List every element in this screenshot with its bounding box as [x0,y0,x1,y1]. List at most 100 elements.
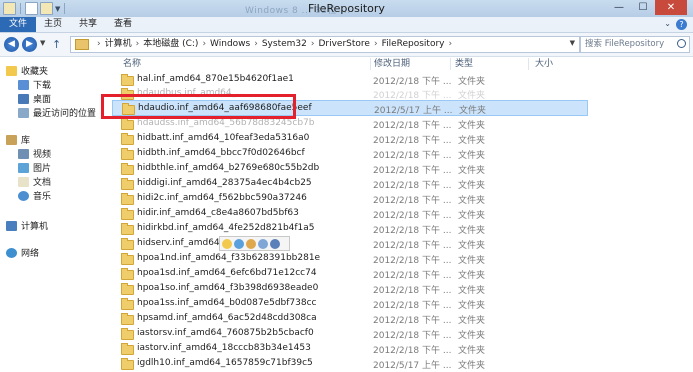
table-row[interactable]: hidbatt.inf_amd64_10feaf3eda5316a0 2012/2… [112,131,588,147]
file-date: 2012/2/18 下午 ... [373,271,452,281]
search-input[interactable]: 搜索 FileRepository [580,36,690,53]
address-history-chevron-down-icon[interactable]: ▼ [570,39,575,47]
column-header-type[interactable]: 类型 [455,57,473,71]
sidebar-item-label: 网络 [21,249,40,259]
sidebar-item-libraries[interactable]: 库 [6,133,30,146]
picture-icon [18,162,29,173]
globe-icon[interactable] [234,238,244,249]
column-divider[interactable] [528,58,529,70]
table-row[interactable]: hidbth.inf_amd64_bbcc7f0d02646bcf 2012/2/… [112,146,588,162]
sidebar-item-desktop[interactable]: 桌面 [18,92,51,105]
file-name: hpoa1nd.inf_amd64_f33b628391bb281e [137,253,321,263]
file-type: 文件夹 [458,256,486,266]
back-button[interactable]: ◀ [4,37,19,52]
folder-icon [121,313,134,325]
tab-view[interactable]: 查看 [106,17,140,32]
file-type: 文件夹 [458,181,486,191]
column-header-modified[interactable]: 修改日期 [374,57,410,71]
sidebar-item-pictures[interactable]: 图片 [18,161,51,174]
folder-icon [121,163,134,175]
breadcrumb-driverstore[interactable]: DriverStore [318,39,369,49]
breadcrumb-separator[interactable]: › [374,39,378,49]
breadcrumb-windows[interactable]: Windows [210,39,250,49]
file-name: hidi2c.inf_amd64_f562bbc590a37246 [137,193,307,203]
sidebar-item-recent[interactable]: 最近访问的位置 [18,106,96,119]
table-row[interactable]: hidirkbd.inf_amd64_4fe252d821b4f1a5 2012/… [112,221,588,237]
table-row[interactable]: hpsamd.inf_amd64_6ac52d48cdd308ca 2012/2/… [112,311,588,327]
table-row[interactable]: hpoa1sd.inf_amd64_6efc6bd71e12cc74 2012/2… [112,266,588,282]
sidebar-item-label: 计算机 [21,222,49,232]
breadcrumb-separator[interactable]: › [254,39,258,49]
file-date: 2012/2/18 下午 ... [373,121,452,131]
table-row[interactable]: iastorv.inf_amd64_18cccb83b34e1453 2012/2… [112,341,588,357]
folder-icon [121,193,134,205]
breadcrumb-local-disk[interactable]: 本地磁盘 (C:) [143,39,198,49]
file-type: 文件夹 [459,106,487,116]
folder-icon [121,178,134,190]
user-icon[interactable] [258,238,268,249]
maximize-icon[interactable]: ☐ [631,0,655,15]
video-icon [18,148,29,159]
navigation-pane: 收藏夹 下载 桌面 最近访问的位置 库 视频 图片 文档 音乐 计算机 网络 [0,57,107,371]
table-row[interactable]: hpoa1ss.inf_amd64_b0d087e5dbf738cc 2012/2… [112,296,588,312]
tab-file[interactable]: 文件 [0,17,37,32]
breadcrumb-system32[interactable]: System32 [262,39,307,49]
column-divider[interactable] [450,58,451,70]
breadcrumb-separator[interactable]: › [448,39,452,49]
help-icon[interactable]: ? [676,19,687,30]
network-icon [6,247,17,258]
forward-button[interactable]: ▶ [22,37,37,52]
breadcrumb-separator[interactable]: › [311,39,315,49]
breadcrumb-separator[interactable]: › [97,39,101,49]
breadcrumb-separator[interactable]: › [202,39,206,49]
sidebar-item-documents[interactable]: 文档 [18,175,51,188]
sidebar-item-network[interactable]: 网络 [6,246,39,259]
file-date: 2012/5/17 上午 ... [373,361,452,371]
sidebar-item-favorites[interactable]: 收藏夹 [6,64,48,77]
minimize-icon[interactable]: — [607,0,631,15]
search-icon[interactable] [677,39,686,48]
tools-icon[interactable] [246,238,256,249]
breadcrumb-separator[interactable]: › [136,39,140,49]
file-name: iastorv.inf_amd64_18cccb83b34e1453 [137,343,311,353]
column-header-size[interactable]: 大小 [535,57,553,71]
sidebar-item-downloads[interactable]: 下载 [18,78,51,91]
column-header-name[interactable]: 名称 [123,57,141,71]
recent-locations-chevron-down-icon[interactable]: ▼ [40,39,45,47]
tab-share[interactable]: 共享 [71,17,105,32]
table-row[interactable]: hidi2c.inf_amd64_f562bbc590a37246 2012/2/… [112,191,588,207]
sidebar-item-music[interactable]: 音乐 [18,189,51,202]
file-type: 文件夹 [458,346,486,356]
file-name: igdlh10.inf_amd64_1657859c71bf39c5 [137,358,313,368]
file-type: 文件夹 [458,136,486,146]
smiley-icon[interactable] [222,238,232,249]
tab-home[interactable]: 主页 [36,17,70,32]
music-icon [18,190,29,201]
table-row[interactable]: hpoa1nd.inf_amd64_f33b628391bb281e 2012/2… [112,251,588,267]
table-row[interactable]: hidserv.inf_amd64_a0 2012/2/18 下午 ... 文件夹 [112,236,588,252]
column-divider[interactable] [370,58,371,70]
ribbon-expand-chevron-icon[interactable]: ⌄ [664,19,671,28]
sidebar-item-computer[interactable]: 计算机 [6,219,48,232]
table-row[interactable]: hpoa1so.inf_amd64_f3b398d6938eade0 2012/2… [112,281,588,297]
table-row[interactable]: hiddigi.inf_amd64_28375a4ec4b4cb25 2012/2… [112,176,588,192]
sidebar-item-label: 下载 [33,81,52,91]
close-icon[interactable]: ✕ [655,0,687,15]
file-name: hal.inf_amd64_870e15b4620f1ae1 [137,74,294,84]
settings-icon[interactable] [270,238,280,249]
file-date: 2012/2/18 下午 ... [373,136,452,146]
table-row[interactable]: hidir.inf_amd64_c8e4a8607bd5bf63 2012/2/1… [112,206,588,222]
file-date: 2012/2/18 下午 ... [373,241,452,251]
address-bar[interactable]: › 计算机 › 本地磁盘 (C:) › Windows › System32 › DriverSt… [70,36,580,53]
breadcrumb: › 计算机 › 本地磁盘 (C:) › Windows › System32 › DriverSt… [93,38,456,51]
breadcrumb-filerepository[interactable]: FileRepository [382,39,445,49]
file-date: 2012/2/18 下午 ... [373,346,452,356]
breadcrumb-computer[interactable]: 计算机 [105,39,132,49]
sidebar-item-videos[interactable]: 视频 [18,147,51,160]
table-row[interactable]: hidbthle.inf_amd64_b2769e680c55b2db 2012/… [112,161,588,177]
up-arrow-icon[interactable]: ↑ [52,38,61,51]
file-type: 文件夹 [458,241,486,251]
file-type: 文件夹 [458,196,486,206]
table-row[interactable]: igdlh10.inf_amd64_1657859c71bf39c5 2012/5… [112,356,588,372]
table-row[interactable]: iastorsv.inf_amd64_760875b2b5cbacf0 2012/… [112,326,588,342]
